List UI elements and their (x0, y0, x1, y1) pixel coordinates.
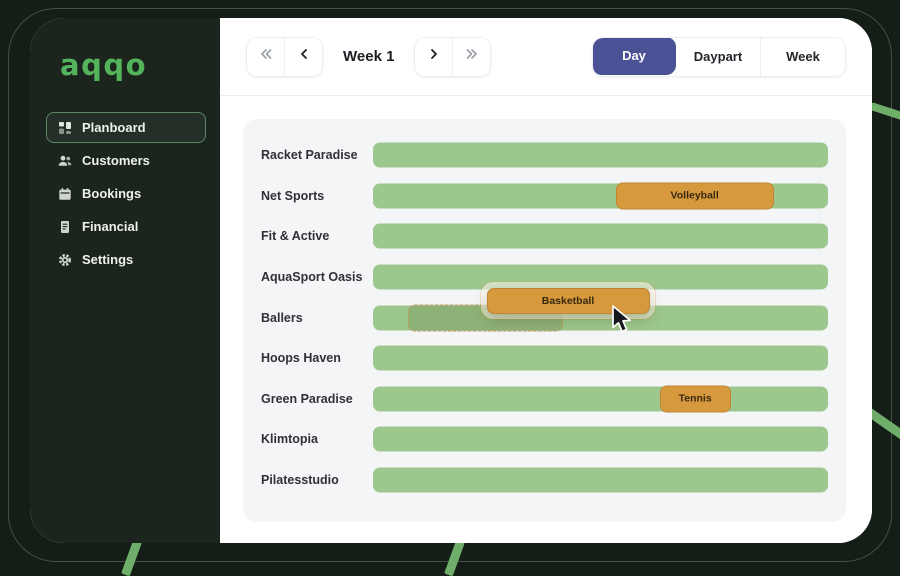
users-icon (57, 153, 72, 168)
sidebar-item-label: Financial (82, 219, 138, 234)
nav-back-group (246, 37, 323, 77)
sidebar-item-financial[interactable]: Financial (46, 211, 206, 242)
view-day-button[interactable]: Day (592, 37, 676, 75)
main-area: Week 1 (220, 18, 872, 543)
booking-block[interactable]: Volleyball (616, 182, 774, 209)
decor-diagonal-line (870, 102, 900, 121)
sidebar-item-label: Settings (82, 252, 133, 267)
first-week-button[interactable] (247, 38, 284, 76)
view-week-button[interactable]: Week (760, 38, 845, 76)
sidebar: aqqo Planboard (30, 18, 220, 543)
availability-bar[interactable] (373, 224, 828, 249)
chevron-left-icon (298, 47, 310, 66)
resource-name: Ballers (261, 311, 373, 325)
row-track (373, 338, 828, 379)
decor-diagonal-line (444, 540, 465, 576)
sidebar-item-label: Planboard (82, 120, 146, 135)
view-toggle: Day Daypart Week (592, 37, 846, 77)
resource-name: Fit & Active (261, 229, 373, 243)
row-track (373, 135, 828, 176)
drag-ghost[interactable]: Basketball (481, 282, 655, 319)
decor-diagonal-line (121, 540, 142, 576)
invoice-icon (57, 219, 72, 234)
previous-week-button[interactable] (284, 38, 322, 76)
view-daypart-button[interactable]: Daypart (675, 38, 760, 76)
sidebar-item-bookings[interactable]: Bookings (46, 178, 206, 209)
resource-name: Klimtopia (261, 432, 373, 446)
content-area: Racket Paradise Net Sports Volleyball Fit &… (220, 96, 872, 543)
kanban-icon (57, 120, 72, 135)
app-logo: aqqo (60, 48, 220, 82)
last-week-button[interactable] (452, 38, 490, 76)
toolbar: Week 1 (220, 18, 872, 96)
resource-name: Net Sports (261, 189, 373, 203)
app-window: aqqo Planboard (30, 18, 872, 543)
planboard-panel: Racket Paradise Net Sports Volleyball Fit &… (243, 119, 846, 522)
chevrons-left-icon (258, 47, 274, 66)
row-track (373, 460, 828, 501)
dragged-booking[interactable]: Basketball (487, 288, 650, 314)
period-label: Week 1 (343, 48, 394, 65)
calendar-icon (57, 186, 72, 201)
resource-name: AquaSport Oasis (261, 270, 373, 284)
row-track (373, 419, 828, 460)
planboard-row: Fit & Active (243, 216, 846, 257)
nav-forward-group (414, 37, 491, 77)
resource-name: Pilatesstudio (261, 473, 373, 487)
availability-bar[interactable] (373, 143, 828, 168)
availability-bar[interactable] (373, 427, 828, 452)
chevron-right-icon (428, 47, 440, 66)
sidebar-item-planboard[interactable]: Planboard (46, 112, 206, 143)
chevrons-right-icon (464, 47, 480, 66)
planboard-row: Net Sports Volleyball (243, 176, 846, 217)
resource-name: Racket Paradise (261, 148, 373, 162)
gear-icon (57, 252, 72, 267)
planboard-row: Klimtopia (243, 419, 846, 460)
availability-bar[interactable] (373, 468, 828, 493)
resource-name: Green Paradise (261, 392, 373, 406)
planboard-row: Racket Paradise (243, 135, 846, 176)
sidebar-item-customers[interactable]: Customers (46, 145, 206, 176)
sidebar-item-label: Customers (82, 153, 150, 168)
sidebar-nav: Planboard Customers (46, 112, 206, 275)
row-track: Volleyball (373, 176, 828, 217)
row-track: Tennis (373, 379, 828, 420)
availability-bar[interactable] (373, 386, 828, 411)
next-week-button[interactable] (415, 38, 452, 76)
planboard-row: Green Paradise Tennis (243, 379, 846, 420)
row-track (373, 216, 828, 257)
sidebar-item-settings[interactable]: Settings (46, 244, 206, 275)
resource-name: Hoops Haven (261, 351, 373, 365)
planboard-row: Hoops Haven (243, 338, 846, 379)
period-navigation: Week 1 (246, 37, 491, 77)
availability-bar[interactable] (373, 346, 828, 371)
booking-block[interactable]: Tennis (660, 385, 731, 412)
sidebar-item-label: Bookings (82, 186, 141, 201)
planboard-row: Pilatesstudio (243, 460, 846, 501)
